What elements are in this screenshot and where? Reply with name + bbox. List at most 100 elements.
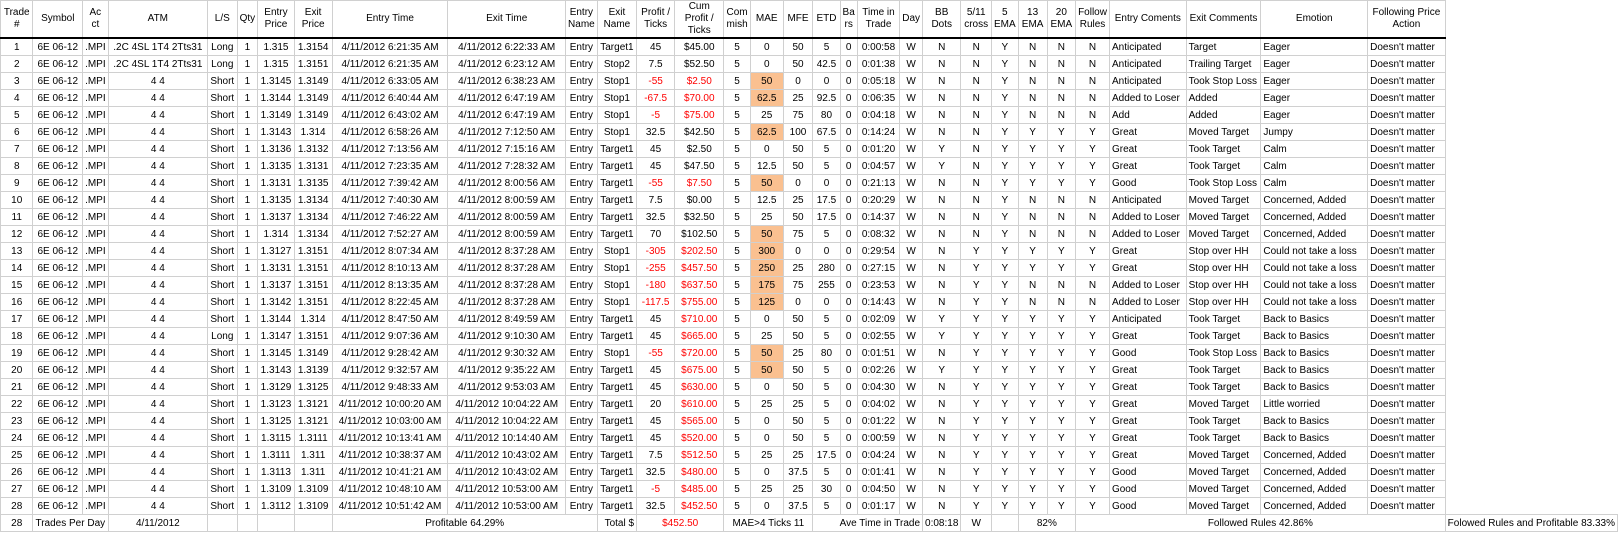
table-cell[interactable]: 16	[0, 293, 34, 311]
table-cell[interactable]: N	[1046, 89, 1077, 107]
table-cell[interactable]: 5	[723, 242, 751, 260]
table-cell[interactable]: Back to Basics	[1260, 361, 1369, 379]
table-cell[interactable]: 4/11/2012 9:07:36 AM	[331, 327, 449, 345]
table-cell[interactable]: N	[922, 344, 962, 362]
table-cell[interactable]: Y	[1046, 123, 1077, 141]
table-cell[interactable]: 4/11/2012 8:37:28 AM	[447, 276, 566, 294]
table-cell[interactable]: Moved Target	[1185, 395, 1262, 413]
summary-empty-cell[interactable]	[293, 514, 333, 532]
table-cell[interactable]: Y	[990, 191, 1019, 209]
table-cell[interactable]: Doesn't matter	[1367, 208, 1446, 226]
table-cell[interactable]: 0	[839, 310, 858, 328]
table-cell[interactable]: $565.00	[674, 412, 725, 430]
table-cell[interactable]: 4 4	[107, 123, 209, 141]
table-cell[interactable]: 0	[812, 242, 841, 260]
table-cell[interactable]: Y	[1017, 157, 1048, 175]
table-cell[interactable]: Doesn't matter	[1367, 259, 1446, 277]
table-cell[interactable]: 70	[636, 225, 676, 243]
table-cell[interactable]: 80	[812, 106, 841, 124]
table-cell[interactable]: N	[1075, 72, 1110, 90]
table-cell[interactable]: 0:02:55	[856, 327, 901, 345]
table-cell[interactable]: 0:01:38	[856, 55, 901, 73]
table-cell[interactable]: 0	[839, 429, 858, 447]
table-cell[interactable]: Short	[207, 344, 238, 362]
table-cell[interactable]: Long	[207, 327, 238, 345]
table-cell[interactable]: Short	[207, 412, 238, 430]
table-cell[interactable]: Y	[1075, 395, 1110, 413]
table-cell[interactable]: 4/11/2012 6:33:05 AM	[331, 72, 449, 90]
table-cell[interactable]: 5	[723, 37, 751, 56]
table-cell[interactable]: 5	[723, 225, 751, 243]
table-cell[interactable]: 5	[723, 446, 751, 464]
table-cell[interactable]: 5	[812, 37, 841, 56]
table-cell[interactable]: 1	[236, 446, 259, 464]
table-cell[interactable]: 0	[839, 123, 858, 141]
table-cell[interactable]: N	[960, 174, 992, 192]
table-cell[interactable]: 1	[236, 310, 259, 328]
table-cell[interactable]: .MPI	[82, 497, 109, 515]
table-cell[interactable]: Doesn't matter	[1367, 429, 1446, 447]
table-cell[interactable]: 0:04:02	[856, 395, 901, 413]
table-cell[interactable]: $630.00	[674, 378, 725, 396]
table-cell[interactable]: 4/11/2012 8:47:50 AM	[331, 310, 449, 328]
table-cell[interactable]: 1.3121	[293, 412, 333, 430]
table-cell[interactable]: 1.3125	[293, 378, 333, 396]
table-cell[interactable]: N	[960, 123, 992, 141]
table-cell[interactable]: Great	[1108, 378, 1187, 396]
table-cell[interactable]: Y	[1017, 378, 1048, 396]
table-cell[interactable]: 6E 06-12	[32, 242, 84, 260]
table-cell[interactable]: W	[899, 259, 924, 277]
table-cell[interactable]: 1	[236, 327, 259, 345]
table-cell[interactable]: Concerned, Added	[1260, 191, 1369, 209]
table-cell[interactable]: Y	[990, 344, 1019, 362]
table-cell[interactable]: 5	[723, 310, 751, 328]
table-cell[interactable]: 1	[236, 157, 259, 175]
table-cell[interactable]: Y	[1017, 310, 1048, 328]
table-cell[interactable]: 12.5	[749, 191, 784, 209]
table-cell[interactable]: 0	[839, 89, 858, 107]
table-cell[interactable]: W	[899, 412, 924, 430]
table-cell[interactable]: -5	[636, 480, 676, 498]
table-cell[interactable]: Entry	[564, 89, 598, 107]
table-cell[interactable]: Doesn't matter	[1367, 344, 1446, 362]
table-cell[interactable]: Short	[207, 174, 238, 192]
table-cell[interactable]: Target	[1185, 37, 1262, 56]
table-cell[interactable]: 4/11/2012 7:23:35 AM	[331, 157, 449, 175]
table-cell[interactable]: 1.3139	[293, 361, 333, 379]
table-cell[interactable]: 4/11/2012 10:48:10 AM	[331, 480, 449, 498]
table-cell[interactable]: 1	[236, 106, 259, 124]
table-cell[interactable]: Short	[207, 191, 238, 209]
table-cell[interactable]: Y	[990, 123, 1019, 141]
table-cell[interactable]: 32.5	[636, 123, 676, 141]
table-cell[interactable]: 0	[812, 72, 841, 90]
table-cell[interactable]: 0	[749, 140, 784, 158]
table-cell[interactable]: Y	[1017, 412, 1048, 430]
table-cell[interactable]: 45	[636, 361, 676, 379]
table-cell[interactable]: Good	[1108, 480, 1187, 498]
table-cell[interactable]: 0	[749, 429, 784, 447]
table-cell[interactable]: -180	[636, 276, 676, 294]
table-cell[interactable]: 0:04:50	[856, 480, 901, 498]
column-header[interactable]: Entry Time	[331, 0, 449, 39]
table-cell[interactable]: Y	[990, 106, 1019, 124]
table-cell[interactable]: W	[899, 191, 924, 209]
table-cell[interactable]: 18	[0, 327, 34, 345]
table-cell[interactable]: N	[960, 106, 992, 124]
table-cell[interactable]: Doesn't matter	[1367, 310, 1446, 328]
table-cell[interactable]: 6E 06-12	[32, 395, 84, 413]
table-cell[interactable]: 0	[749, 497, 784, 515]
table-cell[interactable]: N	[922, 123, 962, 141]
table-cell[interactable]: 0	[839, 225, 858, 243]
column-header[interactable]: Qty	[236, 0, 259, 39]
table-cell[interactable]: 100	[782, 123, 814, 141]
table-cell[interactable]: 5	[723, 72, 751, 90]
table-cell[interactable]: Y	[1017, 361, 1048, 379]
table-cell[interactable]: Y	[990, 395, 1019, 413]
table-cell[interactable]: N	[922, 259, 962, 277]
table-cell[interactable]: Great	[1108, 429, 1187, 447]
table-cell[interactable]: 20	[636, 395, 676, 413]
table-cell[interactable]: 1	[236, 395, 259, 413]
table-cell[interactable]: Took Stop Loss	[1185, 344, 1262, 362]
table-cell[interactable]: 4/11/2012 7:28:32 AM	[447, 157, 566, 175]
table-cell[interactable]: Good	[1108, 497, 1187, 515]
